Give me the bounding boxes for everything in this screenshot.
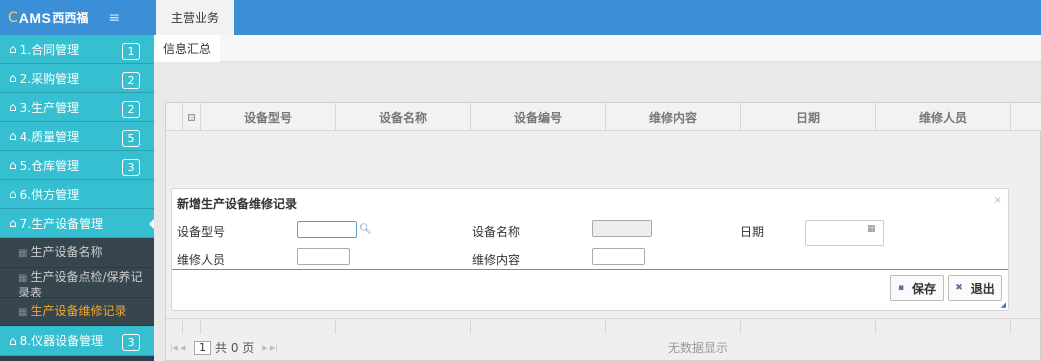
grid-icon: ▦ [18,273,28,284]
home-icon: ⌂ [9,187,17,201]
nav-item-instrument[interactable]: ⌂ 8.仪器设备管理 3 [0,326,154,356]
col-header-date[interactable]: 日期 [741,103,876,131]
nav-badge: 3 [122,159,140,176]
home-icon: ⌂ [9,129,17,143]
pager: |◀ ◀ 1 共 0 页 ▶ ▶| 无数据显示 [166,334,1041,361]
save-icon: ▪ [897,283,905,293]
col-header-person[interactable]: 维修人员 [876,103,1011,131]
page-input[interactable]: 1 [194,340,211,355]
nav-item-production[interactable]: ⌂ 3.生产管理 2 [0,93,154,122]
dialog-title: 新增生产设备维修记录 [177,197,298,211]
home-icon: ⌂ [9,158,17,172]
tab-info-summary[interactable]: 信息汇总 [154,35,220,62]
model-input[interactable] [297,221,357,238]
subnav-item-equipment-name[interactable]: ▦ 生产设备名称 [0,238,154,268]
nav-label: 4.质量管理 [19,129,80,144]
nav-label: 1.合同管理 [19,42,80,57]
first-page-icon[interactable]: |◀ ◀ [170,344,185,352]
nav-label: 3.生产管理 [19,100,80,115]
nav-item-production-equipment[interactable]: ⌂ 7.生产设备管理 [0,209,154,238]
select-all-checkbox[interactable] [183,103,201,131]
date-label: 日期 [740,225,765,239]
grid-icon: ▦ [18,307,28,318]
nav-item-contract[interactable]: ⌂ 1.合同管理 1 [0,35,154,64]
sub-tab-bar: 信息汇总 [154,35,1041,62]
close-icon[interactable]: × [994,195,1002,206]
home-icon: ⌂ [9,42,17,56]
grid-header: 设备型号 设备名称 设备编号 维修内容 日期 维修人员 [166,103,1041,131]
subnav-item-inspection[interactable]: ▦ 生产设备点检/保养记录表 [0,268,154,298]
save-label: 保存 [912,281,937,296]
content-label: 维修内容 [472,253,521,267]
nav-badge: 2 [122,101,140,118]
menu-icon[interactable]: ≡ [108,10,120,26]
nav-badge: 3 [122,334,140,351]
add-repair-record-dialog: 新增生产设备维修记录 × 设备型号 🔍︎ 设备名称 日期 ▦ 维修人员 维修内容… [171,188,1009,311]
nav-badge: 1 [122,43,140,60]
nav-badge: 5 [122,130,140,147]
name-input[interactable] [592,220,652,237]
sidebar: C AMS 西西福 ≡ ⌂ 1.合同管理 1 ⌂ 2.采购管理 2 ⌂ 3.生产… [0,0,154,361]
nav-label: 7.生产设备管理 [19,216,104,231]
logo-swirl-icon: C [8,9,18,26]
row-number-header [166,103,183,131]
person-label: 维修人员 [177,253,226,267]
calendar-icon[interactable]: ▦ [867,224,876,234]
search-icon[interactable]: 🔍︎ [359,224,372,235]
top-bar: 主营业务 [154,0,1041,35]
grid-icon: ▦ [18,248,28,259]
nav-item-purchase[interactable]: ⌂ 2.采购管理 2 [0,64,154,93]
model-label: 设备型号 [177,225,226,239]
nav-badge: 2 [122,72,140,89]
col-header-model[interactable]: 设备型号 [201,103,336,131]
save-button[interactable]: ▪ 保存 [890,275,944,301]
content-input[interactable] [592,248,645,265]
name-label: 设备名称 [472,225,521,239]
nav-item-warehouse[interactable]: ⌂ 5.仓库管理 3 [0,151,154,180]
dialog-form: 设备型号 🔍︎ 设备名称 日期 ▦ 维修人员 维修内容 [172,217,1008,270]
expand-caret-icon [149,219,154,229]
subnav-item-repair-record[interactable]: ▦ 生产设备维修记录 [0,298,154,326]
exit-label: 退出 [970,281,995,296]
nav-item-supplier[interactable]: ⌂ 6.供方管理 [0,180,154,209]
home-icon: ⌂ [9,100,17,114]
tab-main-business[interactable]: 主营业务 [156,0,234,35]
home-icon: ⌂ [9,216,17,230]
page-total: 共 0 页 [215,341,255,355]
nav-label: 5.仓库管理 [19,158,80,173]
logo-mark: AMS [18,9,52,26]
exit-icon: ✖ [955,283,963,293]
empty-text: 无数据显示 [668,341,729,355]
subnav-label: 生产设备维修记录 [30,304,127,318]
exit-button[interactable]: ✖ 退出 [948,275,1002,301]
nav-label: 8.仪器设备管理 [19,334,104,348]
home-icon: ⌂ [9,71,17,85]
next-page-icon[interactable]: ▶ ▶| [262,344,277,352]
logo-cn: 西西福 [52,11,89,25]
nav-label: 2.采购管理 [19,71,80,86]
resize-handle-icon[interactable]: ◢ [1001,301,1006,309]
subnav-label: 生产设备点检/保养记录表 [18,270,143,298]
person-input[interactable] [297,248,350,265]
nav-item-quality[interactable]: ⌂ 4.质量管理 5 [0,122,154,151]
col-header-number[interactable]: 设备编号 [471,103,606,131]
col-header-content[interactable]: 维修内容 [606,103,741,131]
nav-label: 6.供方管理 [19,187,80,202]
logo: C AMS 西西福 ≡ [0,0,154,35]
home-icon: ⌂ [9,333,17,348]
grid-footer-row [166,318,1041,334]
col-header-name[interactable]: 设备名称 [336,103,471,131]
subnav-label: 生产设备名称 [30,245,103,259]
